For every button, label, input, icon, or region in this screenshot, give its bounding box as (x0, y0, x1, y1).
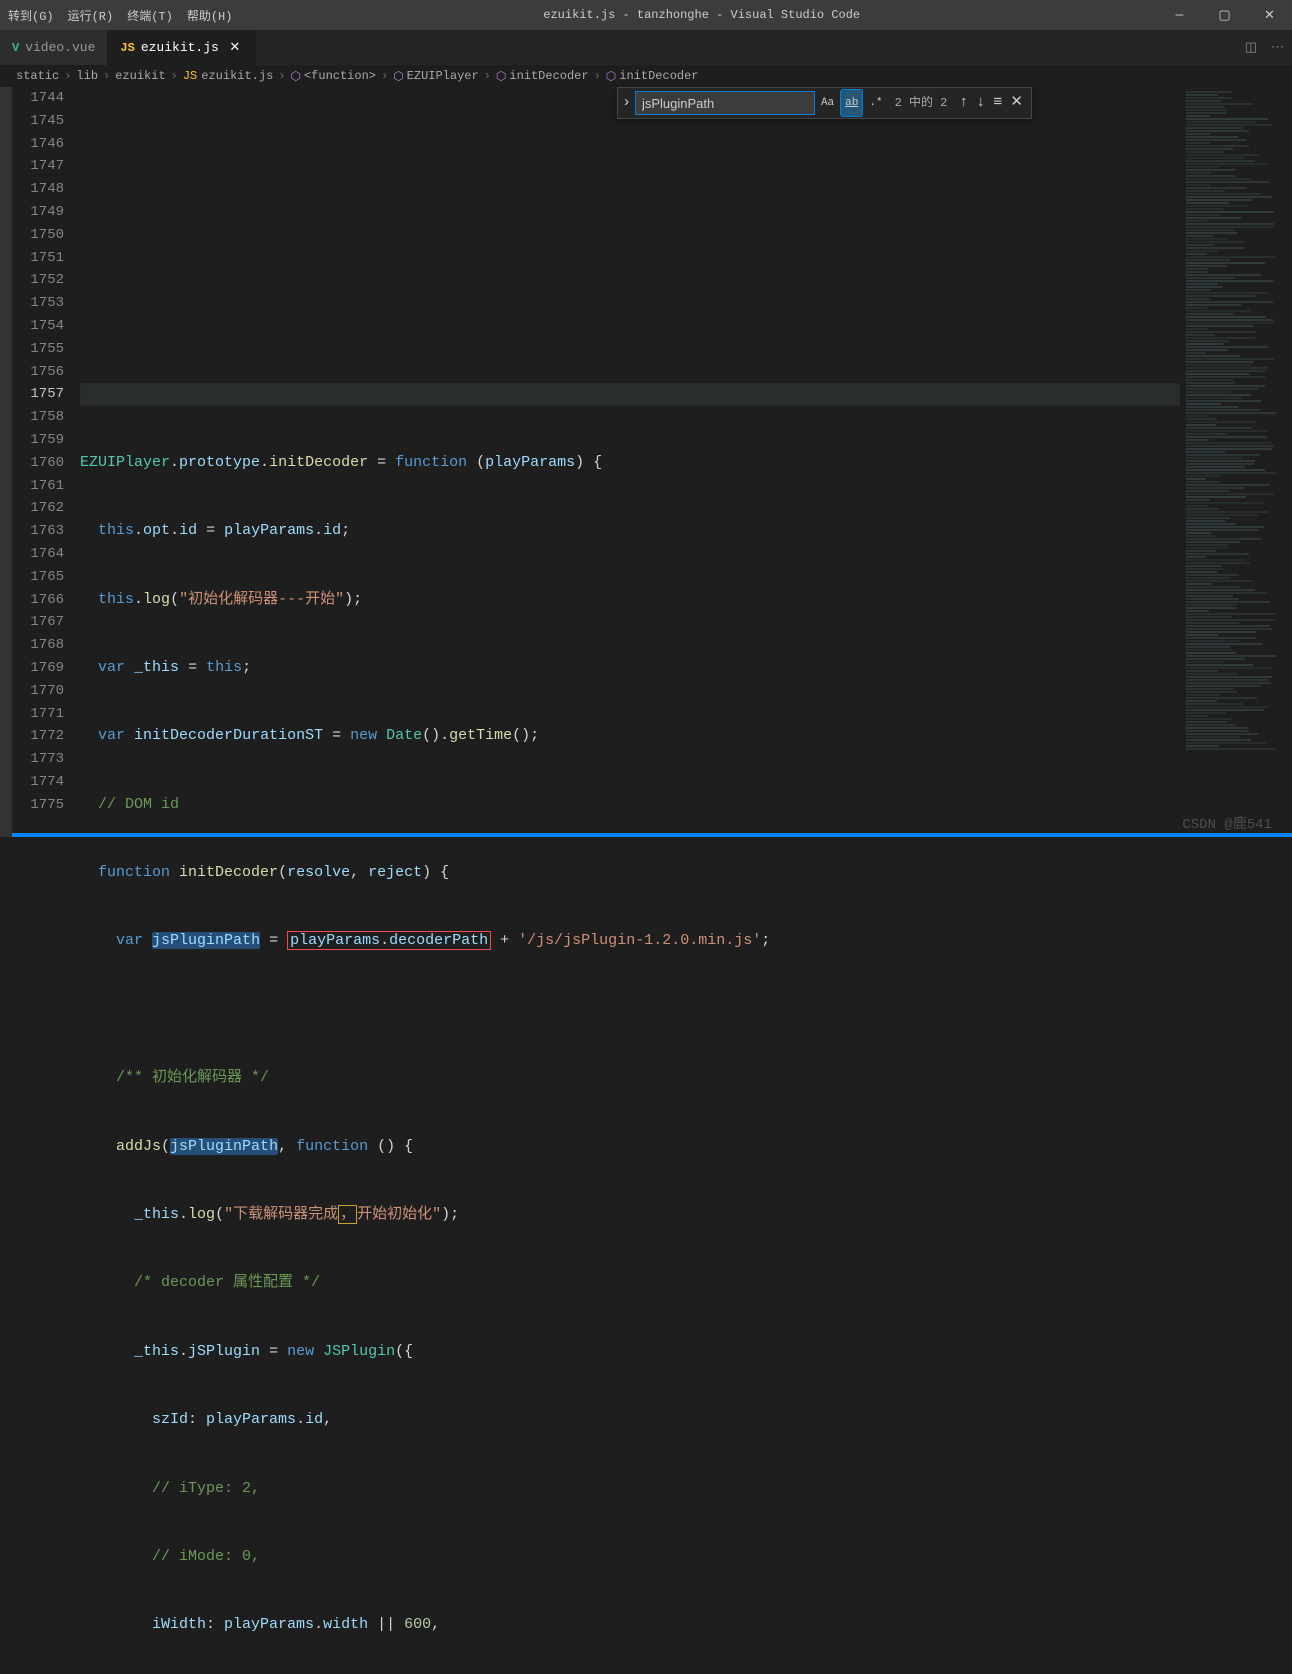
more-icon[interactable]: ⋯ (1271, 40, 1284, 55)
breadcrumb-item[interactable]: static (16, 69, 59, 83)
minimap[interactable] (1180, 87, 1292, 837)
menu-run[interactable]: 运行(R) (68, 7, 114, 24)
breadcrumb-item[interactable]: ezuikit (115, 69, 165, 83)
code-area[interactable]: › Aa ab .* 2 中的 2 ↑ ↓ ≡ ✕ }; EZUIPlayer.… (80, 87, 1180, 837)
editor: 1744174517461747174817491750175117521753… (0, 87, 1292, 837)
breadcrumb[interactable]: static › lib › ezuikit › JSezuikit.js › … (0, 65, 1292, 87)
editor-tabs: V video.vue JS ezuikit.js ✕ ◫ ⋯ (0, 30, 1292, 65)
find-toggle-replace[interactable]: › (622, 92, 631, 115)
js-icon: JS (120, 41, 134, 55)
find-widget: › Aa ab .* 2 中的 2 ↑ ↓ ≡ ✕ (617, 87, 1032, 119)
menu-terminal[interactable]: 终端(T) (127, 7, 173, 24)
breadcrumb-item[interactable]: lib (76, 69, 98, 83)
find-input[interactable] (635, 91, 815, 115)
find-prev[interactable]: ↑ (959, 92, 968, 115)
scrollbar-bottom[interactable] (12, 833, 1292, 837)
find-next[interactable]: ↓ (976, 92, 985, 115)
watermark: CSDN @鹿541 (1182, 813, 1272, 833)
close-icon[interactable]: ✕ (227, 40, 243, 55)
find-result-count: 2 中的 2 (895, 92, 948, 115)
breadcrumb-item[interactable]: ⬡initDecoder (606, 69, 699, 84)
menu-goto[interactable]: 转到(G) (8, 7, 54, 24)
activity-bar-edge (0, 87, 12, 837)
find-regex[interactable]: .* (865, 90, 886, 117)
find-in-selection[interactable]: ≡ (993, 92, 1002, 115)
maximize-button[interactable]: ▢ (1202, 0, 1247, 30)
line-numbers: 1744174517461747174817491750175117521753… (12, 87, 80, 837)
tab-label: video.vue (25, 40, 95, 55)
breadcrumb-item[interactable]: ⬡EZUIPlayer (393, 69, 479, 84)
breadcrumb-item[interactable]: ⬡<function> (290, 69, 376, 84)
find-match-case[interactable]: Aa (817, 90, 838, 117)
vue-icon: V (12, 41, 19, 55)
find-whole-word[interactable]: ab (840, 89, 863, 118)
breadcrumb-item[interactable]: JSezuikit.js (183, 69, 273, 83)
breadcrumb-item[interactable]: ⬡initDecoder (496, 69, 589, 84)
window-title: ezuikit.js - tanzhonghe - Visual Studio … (246, 8, 1157, 22)
titlebar: 转到(G) 运行(R) 终端(T) 帮助(H) ezuikit.js - tan… (0, 0, 1292, 30)
split-editor-icon[interactable]: ◫ (1245, 40, 1257, 55)
close-button[interactable]: ✕ (1247, 0, 1292, 30)
tab-ezuikit-js[interactable]: JS ezuikit.js ✕ (108, 30, 255, 65)
tab-video-vue[interactable]: V video.vue (0, 30, 108, 65)
minimize-button[interactable]: ─ (1157, 0, 1202, 30)
tab-label: ezuikit.js (141, 40, 219, 55)
menu-help[interactable]: 帮助(H) (187, 7, 233, 24)
find-close[interactable]: ✕ (1010, 92, 1023, 115)
